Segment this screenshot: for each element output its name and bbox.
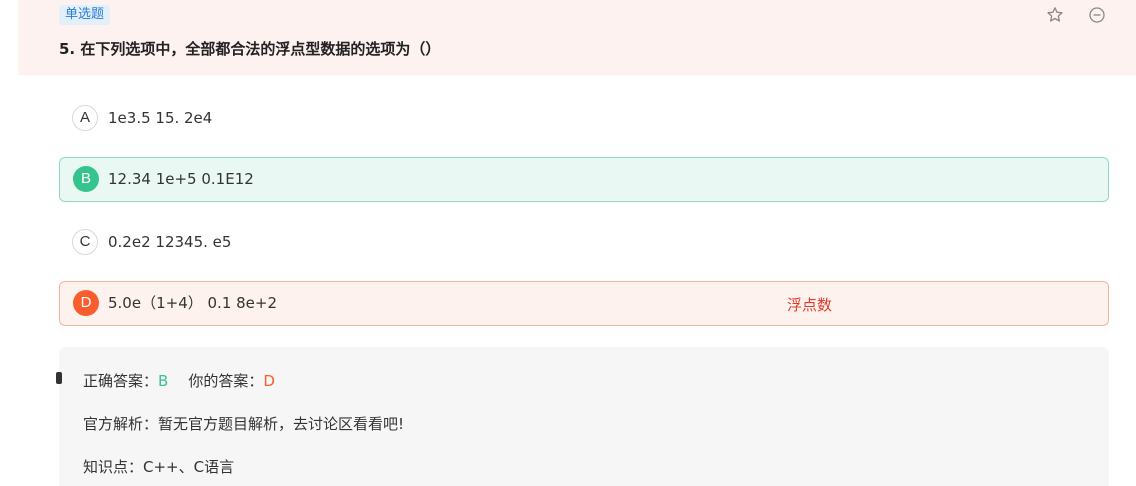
option-text: 1e3.5 15. 2e4	[108, 109, 213, 127]
star-icon[interactable]	[1046, 6, 1064, 24]
answer-panel: 正确答案：B 你的答案：D 官方解析：暂无官方题目解析，去讨论区看看吧! 知识点：…	[56, 347, 1109, 486]
option-letter: D	[73, 290, 99, 316]
your-answer-value: D	[263, 372, 275, 390]
option-text: 5.0e（1+4） 0.1 8e+2	[108, 294, 278, 312]
option-letter: A	[72, 105, 98, 131]
option-letter: B	[73, 166, 99, 192]
answer-summary: 正确答案：B 你的答案：D	[83, 370, 275, 391]
option-d[interactable]: D 5.0e（1+4） 0.1 8e+2 浮点数	[59, 281, 1109, 326]
option-note: 浮点数	[787, 296, 833, 314]
option-text: 0.2e2 12345. e5	[108, 233, 232, 251]
panel-marker	[56, 372, 62, 384]
question-header: 单选题 5. 在下列选项中，全部都合法的浮点型数据的选项为（）	[18, 0, 1136, 75]
option-a[interactable]: A 1e3.5 15. 2e4	[59, 96, 1109, 141]
option-b[interactable]: B 12.34 1e+5 0.1E12	[59, 157, 1109, 202]
option-c[interactable]: C 0.2e2 12345. e5	[59, 220, 1109, 265]
question-page: 单选题 5. 在下列选项中，全部都合法的浮点型数据的选项为（） A 1e3.5 …	[0, 0, 1136, 486]
correct-answer-label: 正确答案：	[83, 372, 159, 390]
minus-circle-icon[interactable]	[1088, 6, 1106, 24]
option-text: 12.34 1e+5 0.1E12	[108, 170, 254, 188]
knowledge-points: 知识点：C++、C语言	[83, 458, 235, 476]
option-letter: C	[72, 229, 98, 255]
your-answer-label: 你的答案：	[188, 372, 264, 390]
question-type-tag: 单选题	[59, 5, 111, 25]
official-analysis: 官方解析：暂无官方题目解析，去讨论区看看吧!	[83, 415, 405, 433]
question-title: 5. 在下列选项中，全部都合法的浮点型数据的选项为（）	[59, 40, 441, 58]
correct-answer-value: B	[158, 372, 169, 390]
